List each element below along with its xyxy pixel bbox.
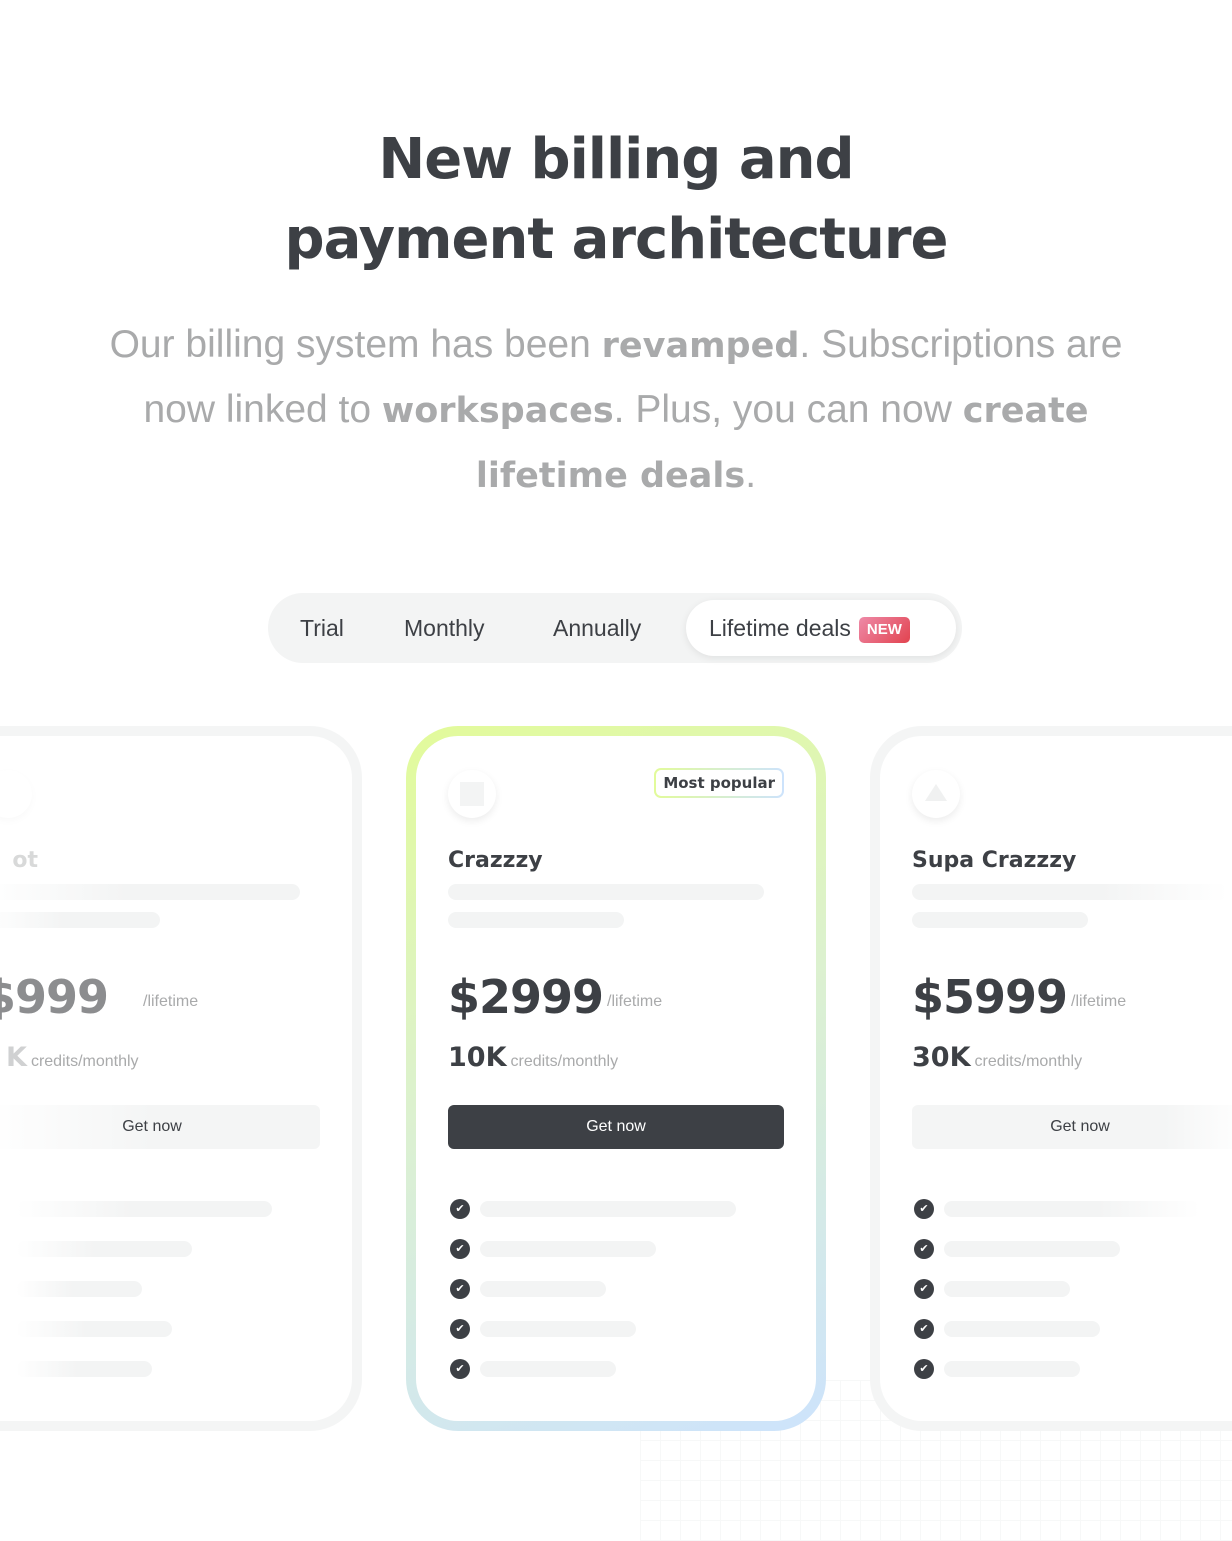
feature-bar xyxy=(480,1241,656,1257)
tab-lifetime-deals[interactable]: Lifetime deals NEW xyxy=(686,600,956,656)
feature-bar xyxy=(944,1281,1070,1297)
circle-icon xyxy=(0,770,32,818)
page-subtitle: Our billing system has been revamped. Su… xyxy=(109,323,1123,496)
tab-monthly[interactable]: Monthly xyxy=(404,593,485,663)
placeholder-bar xyxy=(912,884,1228,900)
plan-name: Crazzzy xyxy=(448,848,543,873)
check-icon: ✔ xyxy=(914,1319,934,1339)
tab-annually[interactable]: Annually xyxy=(553,593,641,663)
plan-name: Supa Crazzzy xyxy=(912,848,1077,873)
tab-label: Lifetime deals xyxy=(709,615,851,641)
check-icon: ✔ xyxy=(914,1359,934,1379)
feature-bar xyxy=(480,1201,736,1217)
placeholder-bar xyxy=(448,912,624,928)
feature-bar xyxy=(944,1321,1100,1337)
get-now-button[interactable]: Get now xyxy=(0,1105,320,1149)
page-title: New billing and payment architecture xyxy=(284,127,949,272)
plan-card-popular: Most popular Crazzzy $2999 /lifetime 10K… xyxy=(406,726,826,1431)
feature-bar xyxy=(16,1321,172,1337)
plan-price: $999 xyxy=(0,970,109,1024)
plan-credits: Kcredits/monthly xyxy=(6,1042,139,1073)
plan-name: ot xyxy=(12,848,38,873)
get-now-button[interactable]: Get now xyxy=(912,1105,1232,1149)
plan-period: /lifetime xyxy=(143,993,199,1010)
new-badge: NEW xyxy=(858,617,910,643)
billing-period-toggle: Trial Monthly Annually Lifetime deals NEW xyxy=(268,593,962,663)
triangle-icon xyxy=(912,770,960,818)
check-icon: ✔ xyxy=(914,1199,934,1219)
plan-card: ot $999 /lifetime Kcredits/monthly Get n… xyxy=(0,726,362,1431)
feature-bar xyxy=(480,1321,636,1337)
feature-bar xyxy=(16,1281,142,1297)
feature-bar xyxy=(16,1241,192,1257)
plan-credits: 30K credits/monthly xyxy=(912,1042,1083,1073)
feature-bar xyxy=(944,1241,1120,1257)
check-icon: ✔ xyxy=(450,1359,470,1379)
square-icon xyxy=(448,770,496,818)
placeholder-bar xyxy=(0,912,160,928)
check-icon: ✔ xyxy=(914,1239,934,1259)
plan-credits: 10K credits/monthly xyxy=(448,1042,619,1073)
feature-bar xyxy=(16,1361,152,1377)
plan-card: Supa Crazzzy $5999 /lifetime 30K credits/… xyxy=(870,726,1232,1431)
feature-bar xyxy=(944,1201,1200,1217)
plan-period: /lifetime xyxy=(1071,993,1127,1010)
plan-price: $2999 xyxy=(448,970,604,1024)
check-icon: ✔ xyxy=(450,1239,470,1259)
most-popular-badge: Most popular xyxy=(654,768,784,798)
check-icon: ✔ xyxy=(914,1279,934,1299)
tab-trial[interactable]: Trial xyxy=(300,593,344,663)
plan-period: /lifetime xyxy=(607,993,663,1010)
feature-bar xyxy=(16,1201,272,1217)
feature-bar xyxy=(480,1281,606,1297)
placeholder-bar xyxy=(912,912,1088,928)
check-icon: ✔ xyxy=(450,1319,470,1339)
check-icon: ✔ xyxy=(450,1279,470,1299)
check-icon: ✔ xyxy=(450,1199,470,1219)
feature-bar xyxy=(480,1361,616,1377)
placeholder-bar xyxy=(0,884,300,900)
feature-bar xyxy=(944,1361,1080,1377)
plan-price: $5999 xyxy=(912,970,1068,1024)
placeholder-bar xyxy=(448,884,764,900)
get-now-button[interactable]: Get now xyxy=(448,1105,784,1149)
